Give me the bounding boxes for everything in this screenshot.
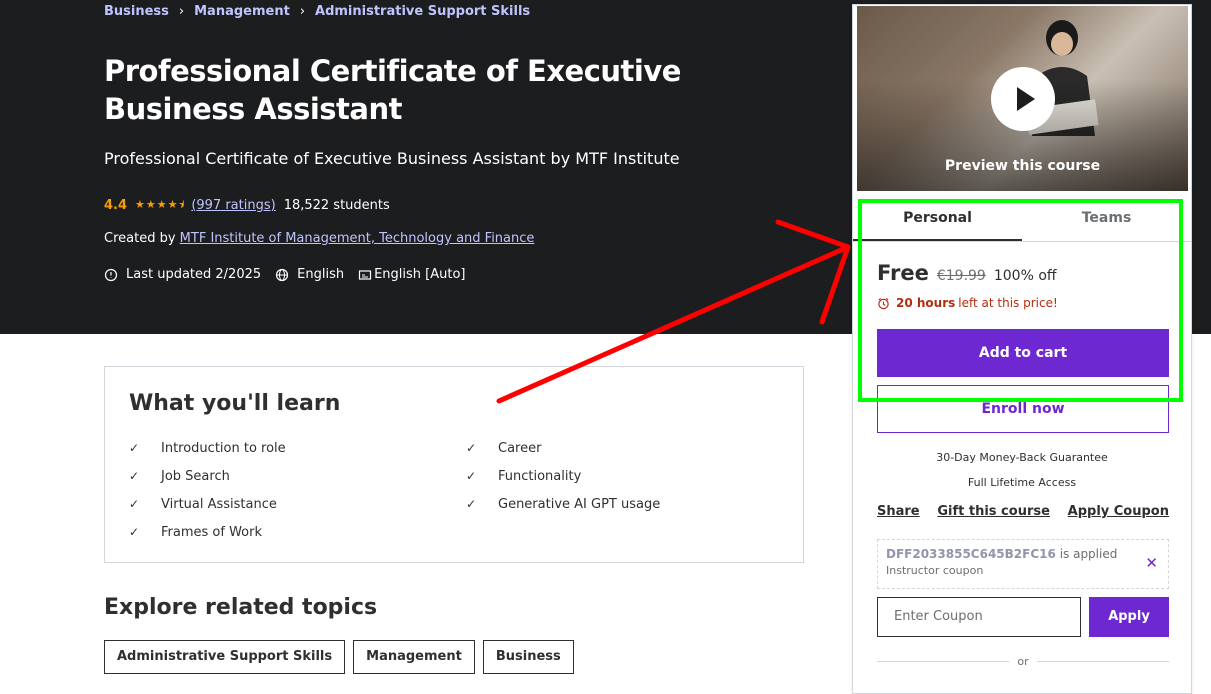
topic-business[interactable]: Business — [482, 640, 574, 674]
play-icon[interactable] — [991, 67, 1055, 131]
learn-heading: What you'll learn — [129, 391, 341, 416]
coupon-applied-text: is applied — [1059, 547, 1118, 561]
list-item: ✓ Job Search — [129, 468, 230, 484]
add-to-cart-button[interactable]: Add to cart — [877, 329, 1169, 377]
list-item: ✓ Generative AI GPT usage — [466, 496, 661, 512]
course-language: English — [297, 267, 345, 282]
tab-personal[interactable]: Personal — [853, 200, 1022, 241]
course-meta: Last updated 2/2025 English English [Aut… — [104, 267, 480, 282]
check-icon: ✓ — [129, 525, 140, 539]
tab-teams[interactable]: Teams — [1022, 200, 1191, 241]
applied-coupon: DFF2033855C645B2FC16 is applied Instruct… — [877, 539, 1169, 589]
price-row: Free €19.99 100% off — [877, 261, 1057, 285]
last-updated: Last updated 2/2025 — [126, 267, 262, 282]
lifetime-access: Full Lifetime Access — [967, 476, 1077, 489]
original-price: €19.99 — [936, 268, 986, 284]
purchase-card: Preview this course Personal Teams Free … — [852, 4, 1192, 694]
preview-label: Preview this course — [944, 158, 1101, 174]
rating-value: 4.4 — [104, 198, 128, 213]
gift-course-link[interactable]: Gift this course — [937, 504, 1050, 519]
apply-coupon-button[interactable]: Apply — [1089, 597, 1169, 637]
check-icon: ✓ — [466, 441, 477, 455]
check-icon: ✓ — [129, 497, 140, 511]
learn-list: ✓ Introduction to role ✓ Career ✓ Job Searc… — [129, 439, 789, 541]
created-by-label: Created by — [104, 231, 176, 246]
course-captions: English [Auto] — [374, 267, 466, 282]
discount-percent: 100% off — [993, 268, 1057, 284]
globe-icon — [276, 268, 289, 281]
ratings-link[interactable]: (997 ratings) — [191, 198, 275, 213]
list-item: ✓ Frames of Work — [129, 524, 262, 540]
money-back-guarantee: 30-Day Money-Back Guarantee — [936, 451, 1108, 464]
breadcrumb-admin-support[interactable]: Administrative Support Skills — [315, 4, 530, 19]
breadcrumb: Business › Management › Administrative S… — [104, 4, 530, 19]
check-icon: ✓ — [129, 441, 140, 455]
apply-coupon-link[interactable]: Apply Coupon — [1068, 504, 1169, 519]
list-item: ✓ Introduction to role — [129, 440, 286, 456]
check-icon: ✓ — [129, 469, 140, 483]
or-divider: or — [877, 655, 1169, 668]
topic-management[interactable]: Management — [353, 640, 475, 674]
or-text: or — [1017, 655, 1029, 668]
share-link[interactable]: Share — [877, 504, 920, 519]
coupon-code: DFF2033855C645B2FC16 — [886, 547, 1056, 561]
students-count: 18,522 students — [283, 198, 390, 213]
chevron-right-icon: › — [178, 4, 185, 19]
created-by: Created by MTF Institute of Management, … — [104, 231, 534, 246]
close-icon[interactable]: ✕ — [1145, 554, 1158, 572]
coupon-type: Instructor coupon — [886, 564, 984, 577]
list-item: ✓ Functionality — [466, 468, 582, 484]
course-title: Professional Certificate of Executive Bu… — [104, 54, 681, 126]
enroll-now-button[interactable]: Enroll now — [877, 385, 1169, 433]
current-price: Free — [877, 261, 929, 285]
topic-admin-support[interactable]: Administrative Support Skills — [104, 640, 346, 674]
explore-heading: Explore related topics — [104, 595, 378, 620]
card-links: Share Gift this course Apply Coupon — [877, 504, 1169, 519]
purchase-tabs: Personal Teams — [853, 200, 1191, 242]
captions-icon — [358, 269, 372, 280]
list-item: ✓ Virtual Assistance — [129, 496, 277, 512]
update-alert-icon — [104, 268, 118, 281]
breadcrumb-management[interactable]: Management — [194, 4, 290, 19]
related-topics: Administrative Support Skills Management… — [104, 640, 582, 674]
rating-row: 4.4 ★★★★⯨ (997 ratings) 18,522 students — [104, 196, 390, 215]
price-timer: 20 hours left at this price! — [877, 296, 1058, 310]
check-icon: ✓ — [466, 469, 477, 483]
timer-text: left at this price! — [958, 296, 1058, 310]
breadcrumb-business[interactable]: Business — [104, 4, 169, 19]
check-icon: ✓ — [466, 497, 477, 511]
list-item: ✓ Career — [466, 440, 542, 456]
alarm-clock-icon — [878, 297, 889, 309]
what-youll-learn: What you'll learn ✓ Introduction to role … — [104, 366, 804, 563]
star-rating-icon: ★★★★⯨ — [135, 198, 186, 211]
course-subtitle: Professional Certificate of Executive Bu… — [104, 149, 680, 168]
chevron-right-icon: › — [299, 4, 306, 19]
course-preview[interactable]: Preview this course — [857, 6, 1188, 191]
creator-link[interactable]: MTF Institute of Management, Technology … — [180, 231, 535, 246]
timer-hours: 20 hours — [896, 296, 956, 310]
coupon-input[interactable]: Enter Coupon — [877, 597, 1081, 637]
